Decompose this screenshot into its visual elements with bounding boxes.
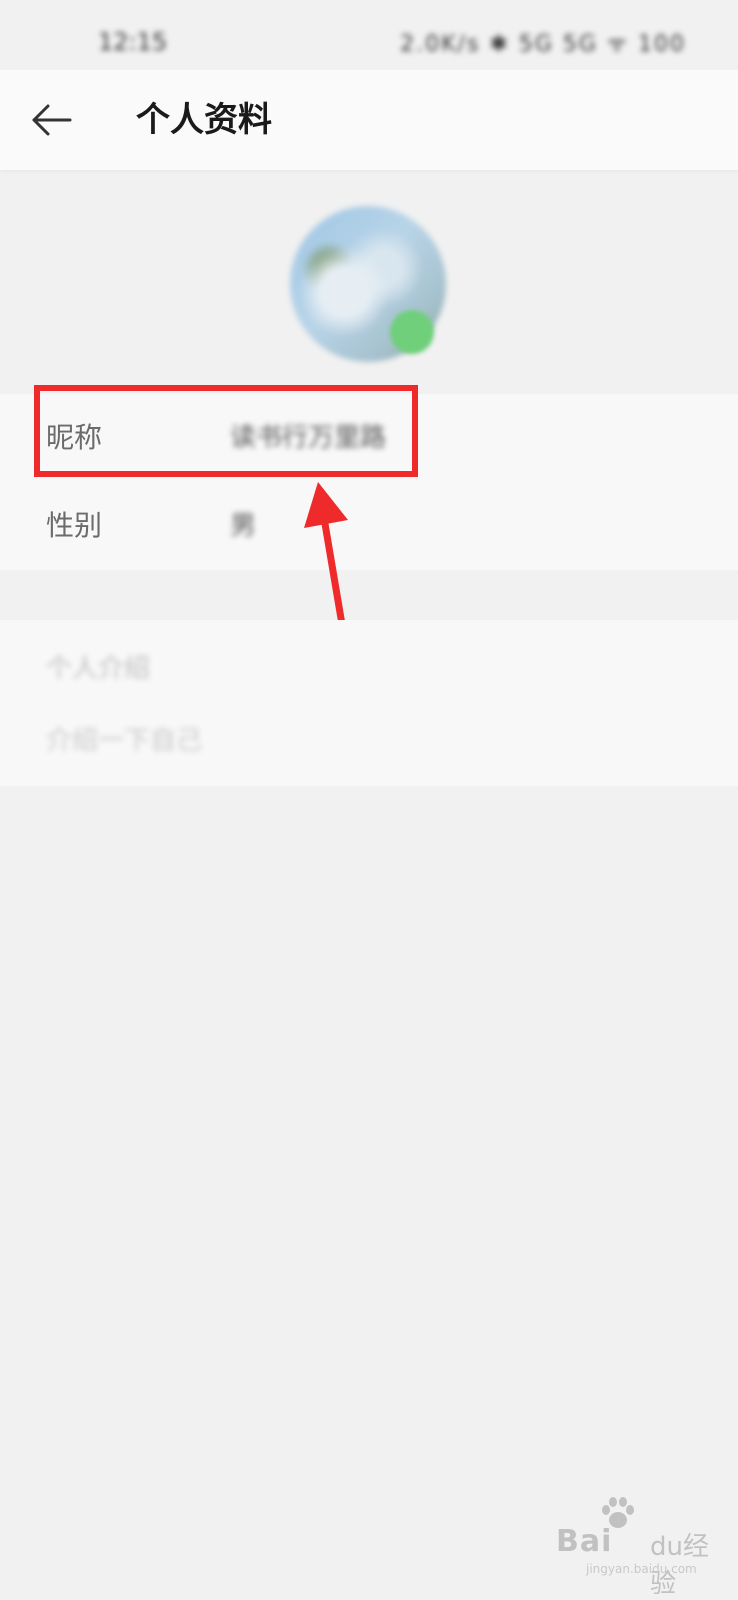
- watermark-url: jingyan.baidu.com: [586, 1562, 697, 1576]
- top-app-bar: 个人资料: [0, 70, 738, 170]
- wechat-badge-icon: [390, 310, 434, 354]
- baidu-jingyan-watermark: Bai du经验 jingyan.baidu.com: [556, 1497, 716, 1599]
- page-title: 个人资料: [136, 100, 272, 140]
- arrow-left-icon[interactable]: [26, 96, 74, 144]
- bio-card[interactable]: 个人介绍 介绍一下自己: [0, 620, 738, 786]
- watermark-brand: Bai: [556, 1524, 613, 1559]
- status-indicators: 2.0K/s ✱ 5G 5G ᯤ 100: [400, 32, 686, 57]
- status-time: 12:15: [98, 28, 168, 56]
- annotation-highlight-box: [34, 385, 418, 477]
- bio-placeholder[interactable]: 介绍一下自己: [46, 720, 202, 757]
- status-bar: 12:15 2.0K/s ✱ 5G 5G ᯤ 100: [0, 0, 738, 70]
- bio-title: 个人介绍: [46, 654, 151, 684]
- gender-value: 男: [230, 511, 257, 541]
- avatar-button[interactable]: [290, 206, 446, 362]
- gender-label: 性别: [46, 509, 103, 542]
